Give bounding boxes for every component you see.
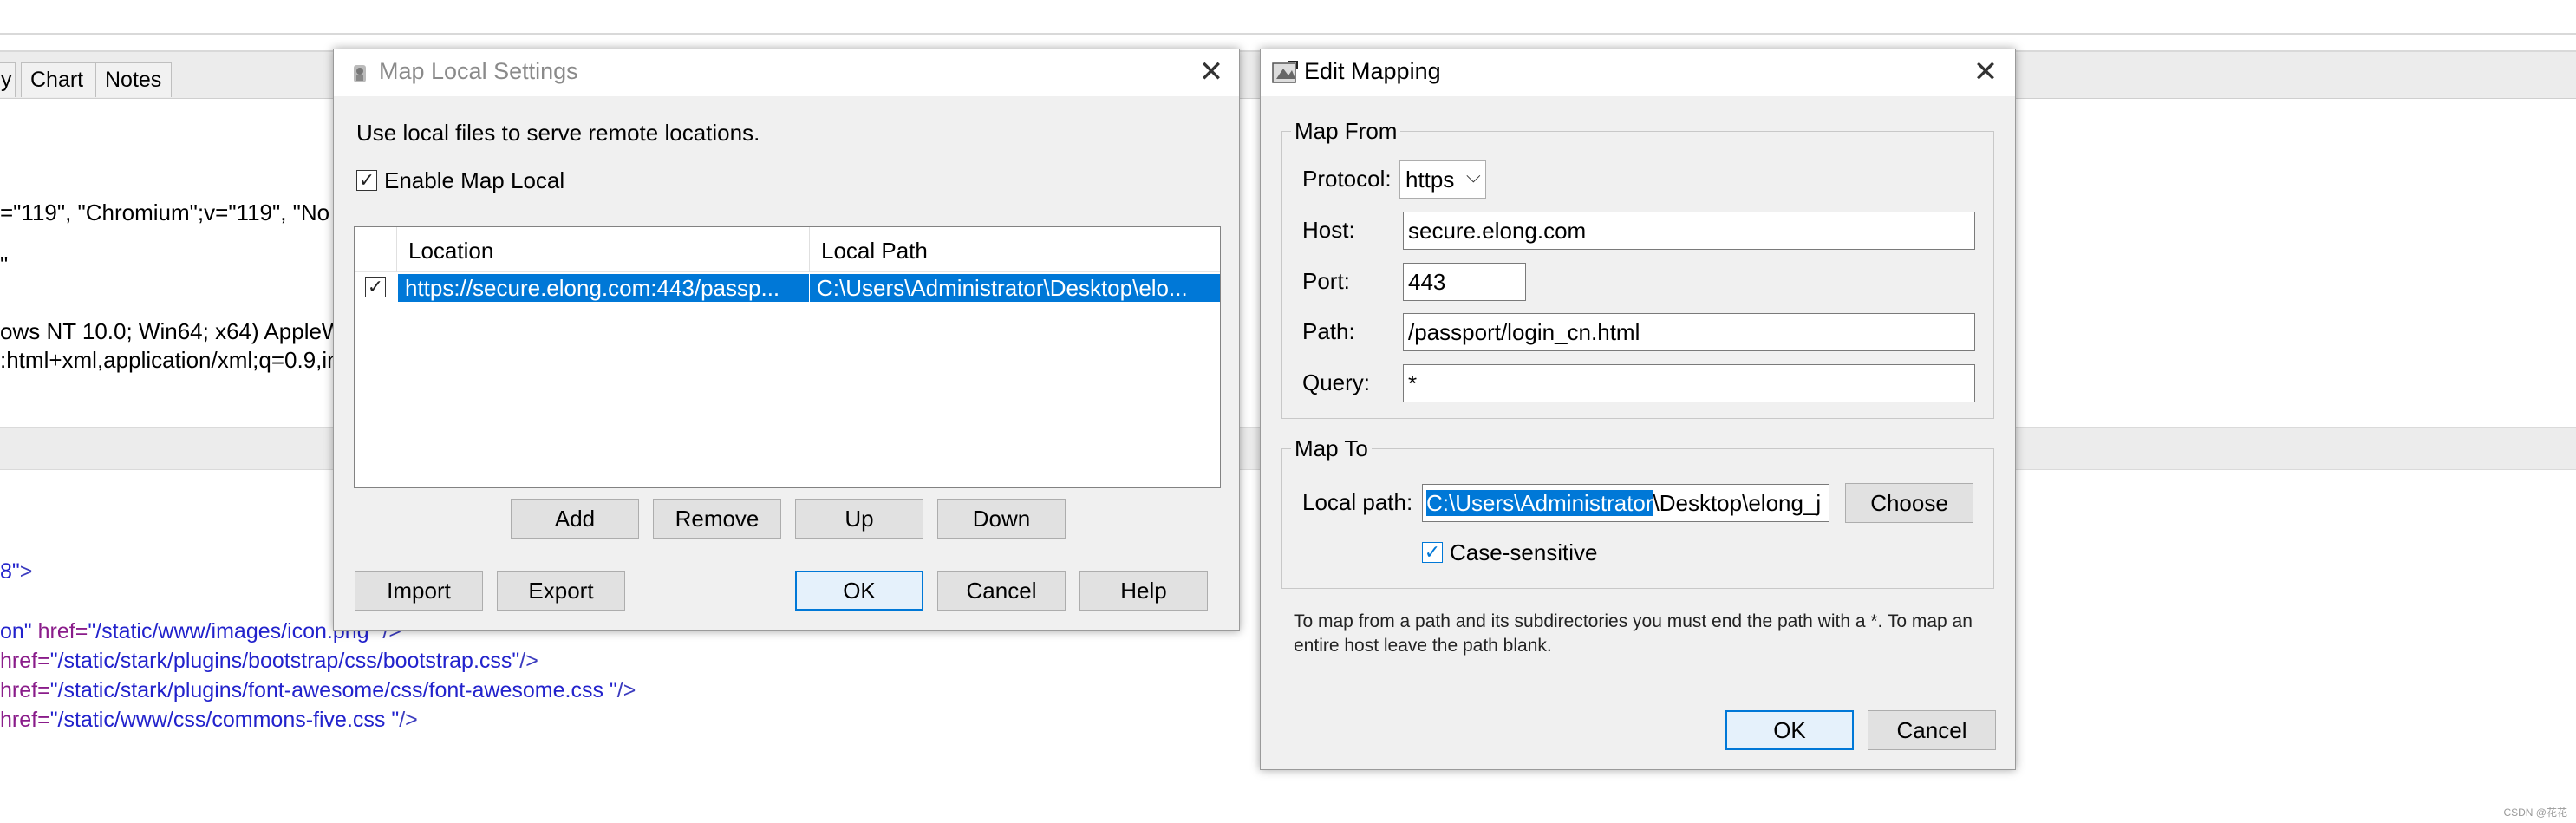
help-button[interactable]: Help (1079, 571, 1208, 611)
column-header-local-path[interactable]: Local Path (821, 238, 928, 265)
enable-map-local-label: Enable Map Local (384, 167, 565, 193)
header-line: ows NT 10.0; Win64; x64) AppleW (0, 318, 343, 344)
host-field[interactable]: secure.elong.com (1403, 212, 1975, 250)
tab-chart[interactable]: Chart (21, 62, 95, 97)
path-field[interactable]: /passport/login_cn.html (1403, 313, 1975, 351)
charles-app-icon (1271, 60, 1299, 86)
host-label: Host: (1302, 217, 1355, 243)
protocol-select[interactable]: https ⌵ (1399, 160, 1486, 199)
watermark: CSDN @花花 (2503, 807, 2567, 819)
map-to-label: Map To (1291, 435, 1372, 462)
up-button[interactable]: Up (795, 499, 923, 539)
header-line: ="119", "Chromium";v="119", "No (0, 199, 330, 225)
cancel-button[interactable]: Cancel (937, 571, 1066, 611)
code-line: 8"> (0, 559, 33, 584)
header-line: :html+xml,application/xml;q=0.9,in (0, 347, 340, 373)
mapping-hint: To map from a path and its subdirectorie… (1294, 611, 1973, 656)
row-location: https://secure.elong.com:443/passp... (405, 275, 780, 301)
case-sensitive-checkbox[interactable]: ✓ (1422, 542, 1443, 563)
query-field[interactable]: * (1403, 364, 1975, 402)
map-local-dialog: Map Local Settings ✕ Use local files to … (333, 49, 1240, 631)
tab-notes[interactable]: Notes (95, 62, 172, 97)
edit-mapping-dialog: Edit Mapping ✕ Map From Protocol: https … (1260, 49, 2016, 770)
down-button[interactable]: Down (937, 499, 1066, 539)
enable-map-local-checkbox[interactable]: ✓ (356, 170, 377, 191)
map-local-description: Use local files to serve remote location… (356, 120, 760, 146)
path-label: Path: (1302, 318, 1355, 344)
tab-partial[interactable]: y (0, 62, 16, 97)
query-label: Query: (1302, 369, 1371, 395)
local-path-field[interactable]: C:\Users\Administrator\Desktop\elong_j (1422, 484, 1829, 522)
chevron-down-icon: ⌵ (1466, 165, 1481, 186)
close-icon[interactable]: ✕ (1194, 55, 1229, 89)
port-label: Port: (1302, 268, 1350, 294)
selected-text: C:\Users\Administrator (1426, 490, 1653, 516)
row-local-path: C:\Users\Administrator\Desktop\elo... (817, 275, 1188, 301)
top-divider (0, 33, 2576, 35)
code-line: href="/static/stark/plugins/font-awesome… (0, 678, 636, 702)
map-from-label: Map From (1291, 118, 1401, 145)
row-enabled-checkbox[interactable]: ✓ (365, 277, 386, 297)
local-path-label: Local path: (1302, 489, 1413, 515)
ok-button[interactable]: OK (1725, 710, 1854, 750)
column-header-location[interactable]: Location (408, 238, 493, 265)
header-line: " (0, 251, 9, 278)
charles-app-icon (351, 63, 368, 84)
remove-button[interactable]: Remove (653, 499, 781, 539)
edit-mapping-titlebar: Edit Mapping ✕ (1261, 49, 2015, 96)
code-line: href="/static/stark/plugins/bootstrap/cs… (0, 649, 538, 673)
close-icon[interactable]: ✕ (1968, 55, 2003, 89)
map-local-titlebar: Map Local Settings ✕ (334, 49, 1239, 96)
port-field[interactable]: 443 (1403, 263, 1526, 301)
add-button[interactable]: Add (511, 499, 639, 539)
export-button[interactable]: Export (497, 571, 625, 611)
map-local-title: Map Local Settings (379, 58, 578, 84)
choose-button[interactable]: Choose (1845, 483, 1973, 523)
ok-button[interactable]: OK (795, 571, 923, 611)
protocol-label: Protocol: (1302, 166, 1392, 192)
table-header: Location Local Path (355, 227, 1220, 272)
case-sensitive-label: Case-sensitive (1450, 539, 1598, 565)
code-line: href="/static/www/css/commons-five.css "… (0, 708, 418, 732)
cancel-button[interactable]: Cancel (1868, 710, 1996, 750)
table-row[interactable]: ✓ https://secure.elong.com:443/passp... … (355, 274, 1220, 302)
mappings-table: Location Local Path ✓ https://secure.elo… (354, 226, 1221, 488)
edit-mapping-title: Edit Mapping (1304, 58, 1441, 84)
import-button[interactable]: Import (355, 571, 483, 611)
